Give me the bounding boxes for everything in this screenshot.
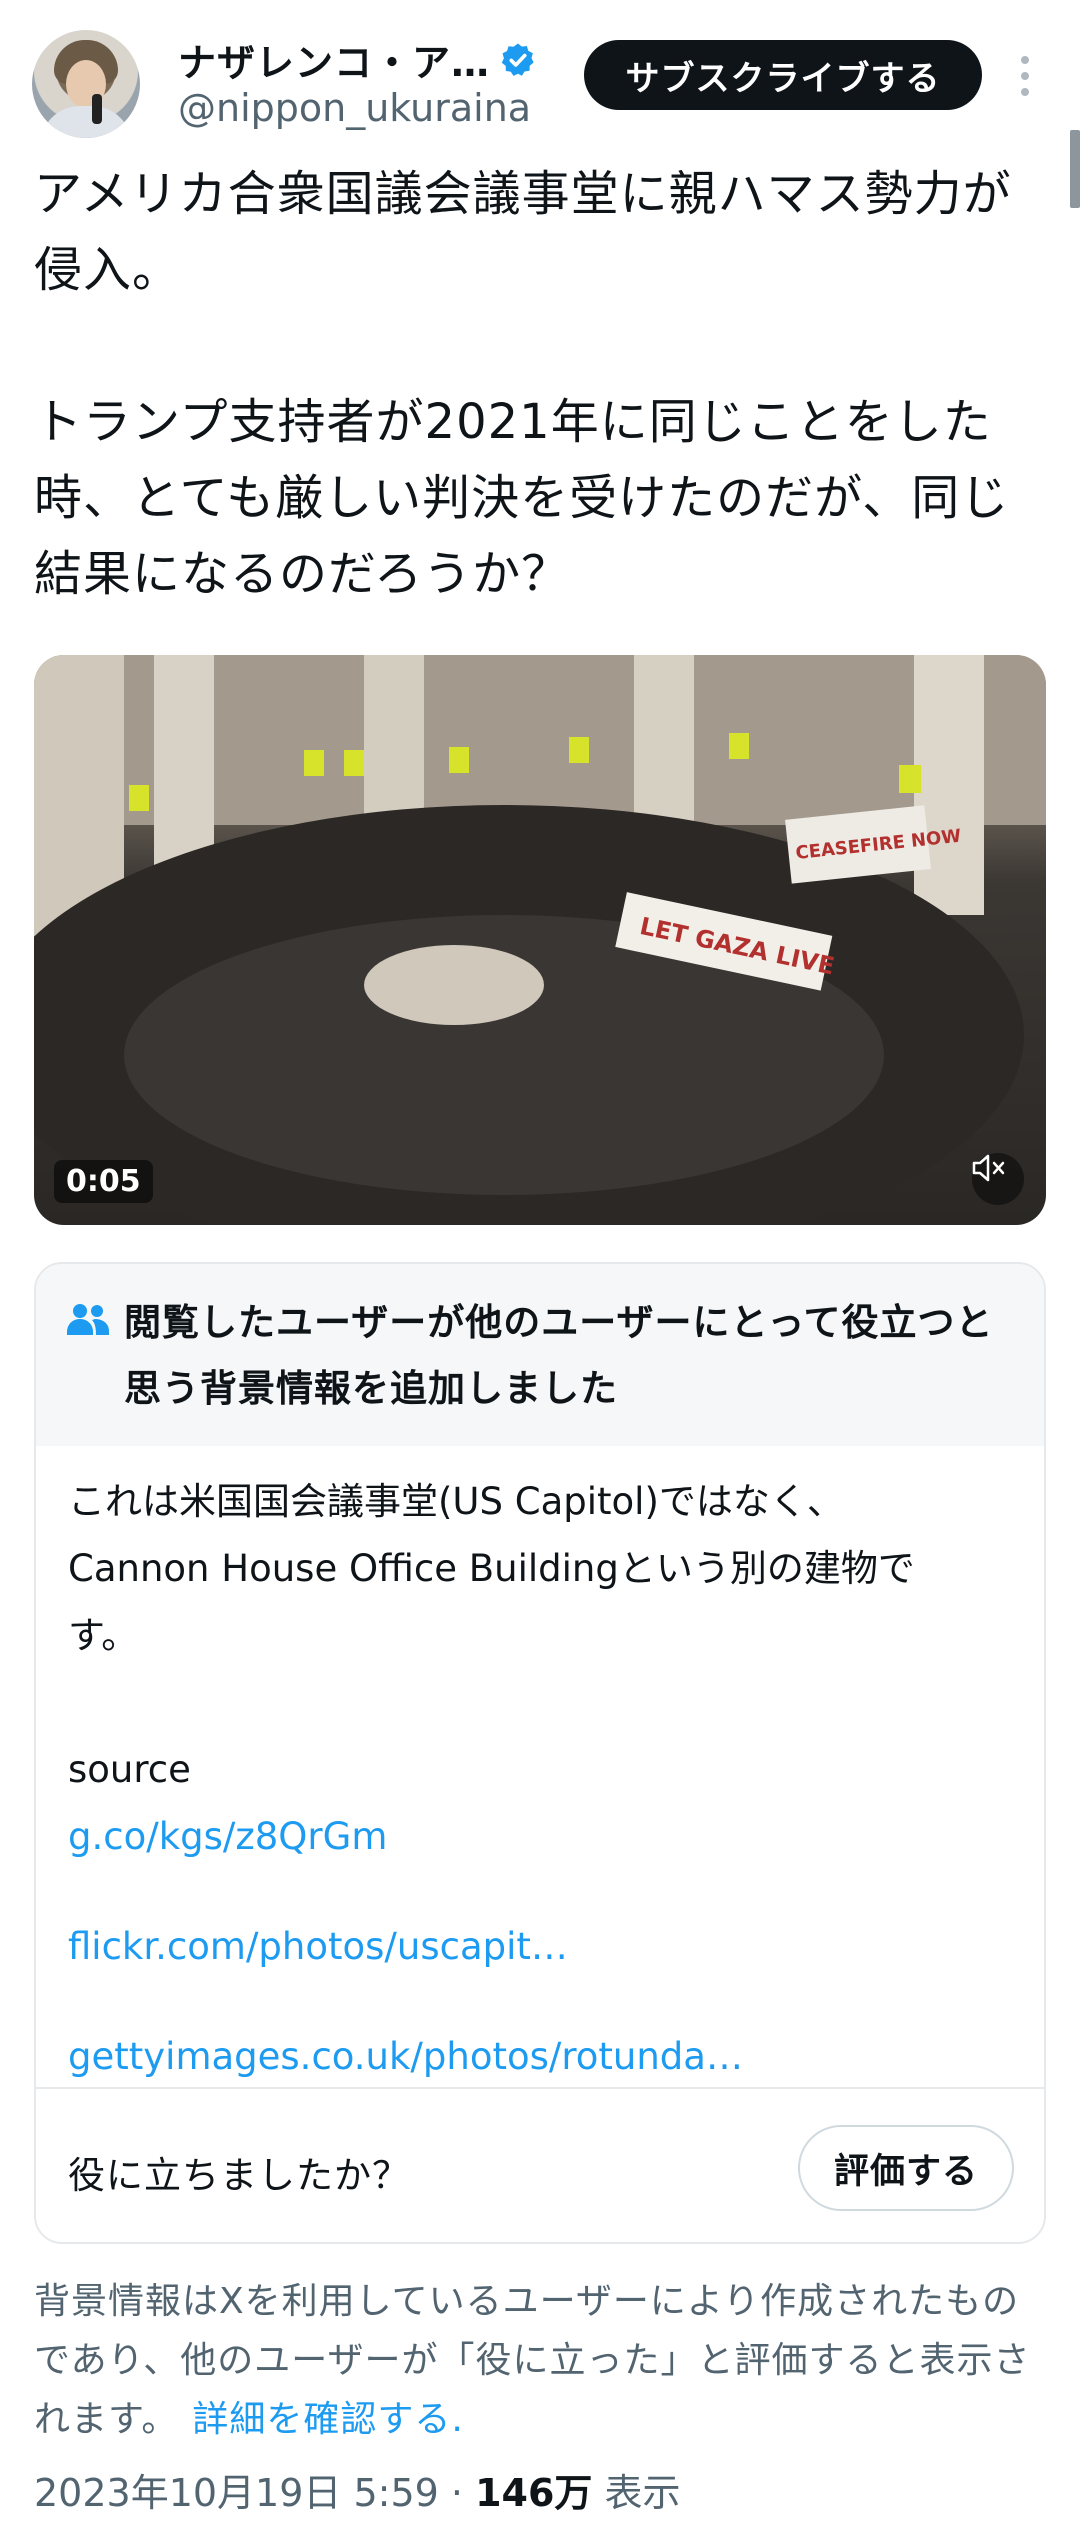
- video-player[interactable]: LET GAZA LIVE CEASEFIRE NOW 0:05: [34, 655, 1046, 1225]
- scrollbar[interactable]: [1070, 130, 1080, 208]
- tweet-paragraph: アメリカ合衆国議会議事堂に親ハマス勢力が 侵入。: [34, 166, 1012, 298]
- more-options-icon[interactable]: [1010, 46, 1040, 106]
- avatar[interactable]: [32, 30, 140, 138]
- author-name-row[interactable]: ナザレンコ・ア…: [178, 32, 536, 87]
- video-duration: 0:05: [54, 1160, 153, 1203]
- avatar-mic: [92, 94, 102, 124]
- helpful-question: 役に立ちましたか？: [68, 2154, 410, 2197]
- tweet-text: アメリカ合衆国議会議事堂に親ハマス勢力が 侵入。 トランプ支持者が2021年に同…: [34, 156, 1044, 612]
- source-link[interactable]: g.co/kgs/z8QrGm: [68, 1803, 1018, 1870]
- learn-more-link[interactable]: 詳細を確認する.: [192, 2399, 463, 2440]
- view-count: 146万: [475, 2471, 593, 2515]
- community-note: 閲覧したユーザーが他のユーザーにとって役立つと 思う背景情報を追加しました これ…: [34, 1262, 1046, 2244]
- community-note-title: 閲覧したユーザーが他のユーザーにとって役立つと 思う背景情報を追加しました: [124, 1301, 994, 1410]
- rate-button[interactable]: 評価する: [798, 2125, 1014, 2211]
- tweet-paragraph: トランプ支持者が2021年に同じことをした 時、とても厳しい判決を受けたのだが、…: [34, 394, 1010, 602]
- tweet-header: ナザレンコ・ア… @nippon_ukuraina サブスクライブする: [0, 0, 1080, 150]
- disclaimer-text: 背景情報はXを利用しているユーザーにより作成されたものであり、他のユーザーが「役…: [34, 2281, 1031, 2440]
- meta-separator: ·: [438, 2471, 476, 2515]
- author-handle[interactable]: @nippon_ukuraina: [178, 86, 531, 130]
- subscribe-button[interactable]: サブスクライブする: [584, 40, 982, 110]
- community-note-text: これは米国国会議事堂(US Capitol)ではなく、 Cannon House…: [68, 1480, 915, 1657]
- verified-badge-icon: [501, 43, 534, 76]
- community-note-footer: 役に立ちましたか？ 評価する: [36, 2087, 1044, 2242]
- avatar-shirt: [40, 106, 132, 138]
- community-note-body: これは米国国会議事堂(US Capitol)ではなく、 Cannon House…: [68, 1468, 1018, 2090]
- views-label: 表示: [592, 2471, 681, 2515]
- mute-icon[interactable]: [972, 1153, 1024, 1205]
- tweet-meta: 2023年10月19日 5:59 · 146万 表示: [34, 2462, 681, 2517]
- source-label: source: [68, 1748, 191, 1791]
- video-frame: LET GAZA LIVE CEASEFIRE NOW: [34, 655, 1046, 1225]
- note-disclaimer: 背景情報はXを利用しているユーザーにより作成されたものであり、他のユーザーが「役…: [34, 2272, 1054, 2449]
- users-icon: [67, 1304, 109, 1335]
- source-link[interactable]: gettyimages.co.uk/photos/rotunda…: [68, 2023, 1018, 2090]
- author-display-name[interactable]: ナザレンコ・ア…: [178, 32, 490, 87]
- tweet-datetime[interactable]: 2023年10月19日 5:59: [34, 2471, 439, 2515]
- community-note-header: 閲覧したユーザーが他のユーザーにとって役立つと 思う背景情報を追加しました: [36, 1264, 1044, 1446]
- source-link[interactable]: flickr.com/photos/uscapit…: [68, 1913, 1018, 1980]
